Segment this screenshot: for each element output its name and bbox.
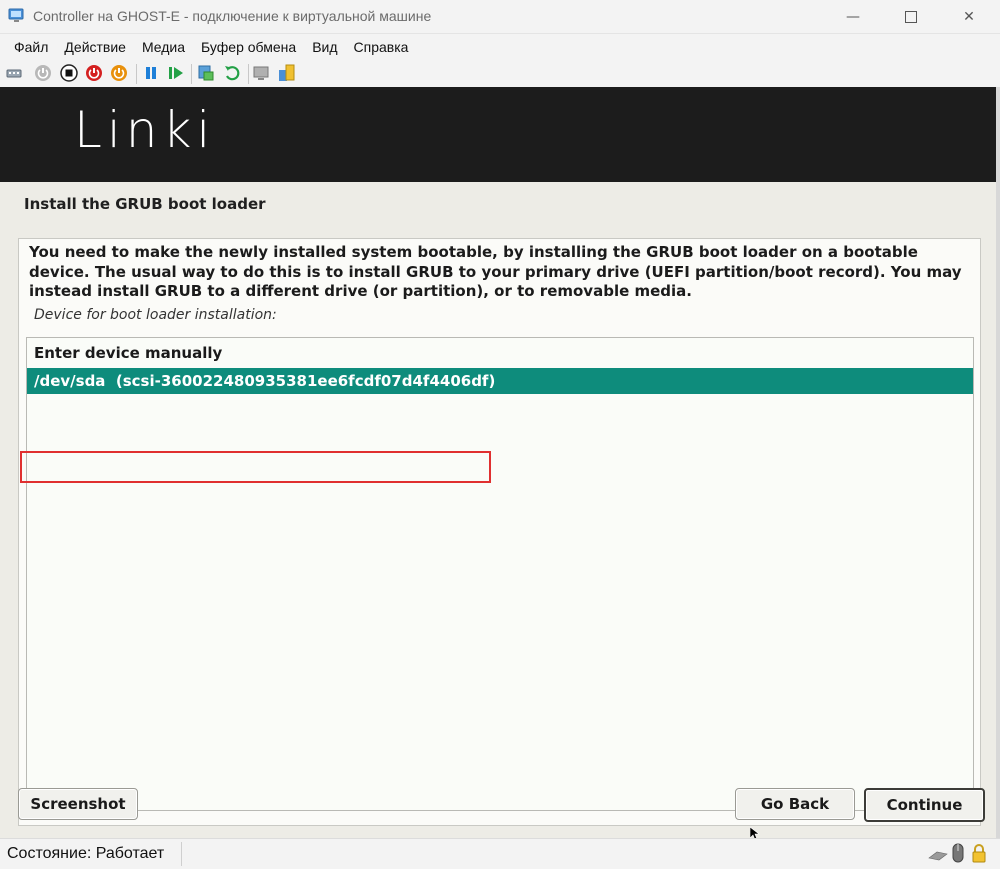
menu-action[interactable]: Действие — [56, 34, 134, 60]
start-icon[interactable] — [34, 64, 52, 82]
minimize-icon: — — [846, 8, 860, 25]
description-text: You need to make the newly installed sys… — [29, 243, 962, 300]
list-item-label: Enter device manually — [34, 344, 223, 362]
hyper-v-app-icon — [8, 8, 24, 22]
menu-bar: Файл Действие Медиа Буфер обмена Вид Спр… — [0, 34, 1000, 60]
title-bar: Controller на GHOST-E - подключение к ви… — [0, 0, 1000, 34]
power-icon[interactable] — [110, 64, 128, 82]
toolbar-separator — [248, 64, 249, 84]
mouse-icon — [952, 843, 964, 863]
device-list[interactable]: Enter device manually /dev/sda (scsi-360… — [26, 337, 974, 811]
menu-help[interactable]: Справка — [346, 34, 417, 60]
enhanced-session-icon[interactable] — [253, 64, 271, 82]
minimize-button[interactable]: — — [830, 0, 876, 33]
toolbar-separator — [191, 64, 192, 84]
go-back-button[interactable]: Go Back — [735, 788, 855, 820]
status-text: Состояние: Работает — [7, 845, 165, 862]
vm-screen[interactable]: Linki Install the GRUB boot loader You n… — [0, 87, 996, 841]
menu-clipboard[interactable]: Буфер обмена — [193, 34, 304, 60]
maximize-icon — [905, 10, 917, 23]
device-label: Device for boot loader installation: — [34, 307, 277, 323]
selection-highlight-annotation — [20, 451, 491, 483]
installer-banner: Linki — [0, 87, 996, 182]
screenshot-button[interactable]: Screenshot — [18, 788, 138, 820]
status-bar: Состояние: Работает — [0, 838, 1000, 869]
share-icon[interactable] — [278, 64, 296, 82]
checkpoint-icon[interactable] — [197, 64, 215, 82]
step-title: Install the GRUB boot loader — [24, 195, 266, 213]
toolbar-separator — [136, 64, 137, 84]
continue-button[interactable]: Continue — [864, 788, 985, 822]
toolbar — [0, 60, 1000, 88]
window-title: Controller на GHOST-E - подключение к ви… — [33, 8, 432, 24]
status-divider — [181, 842, 182, 866]
list-item-label: /dev/sda (scsi-360022480935381ee6fcdf07d… — [34, 372, 496, 390]
scroll-gutter — [996, 87, 1000, 838]
shutdown-icon[interactable] — [85, 64, 103, 82]
revert-icon[interactable] — [223, 64, 241, 82]
menu-view[interactable]: Вид — [304, 34, 345, 60]
resume-icon[interactable] — [167, 64, 185, 82]
maximize-button[interactable] — [888, 0, 934, 33]
turn-off-icon[interactable] — [60, 64, 78, 82]
pause-icon[interactable] — [142, 64, 160, 82]
menu-file[interactable]: Файл — [6, 34, 56, 60]
distro-logo: Linki — [74, 101, 216, 159]
content-panel: You need to make the newly installed sys… — [18, 238, 981, 826]
list-item-dev-sda[interactable]: /dev/sda (scsi-360022480935381ee6fcdf07d… — [27, 368, 973, 394]
lock-icon — [972, 844, 986, 863]
close-icon: ✕ — [963, 8, 975, 25]
list-item-enter-manually[interactable]: Enter device manually — [27, 340, 973, 366]
menu-media[interactable]: Медиа — [134, 34, 193, 60]
ctrl-alt-del-icon[interactable] — [5, 64, 23, 82]
close-button[interactable]: ✕ — [946, 0, 992, 33]
keyboard-icon — [928, 851, 948, 861]
